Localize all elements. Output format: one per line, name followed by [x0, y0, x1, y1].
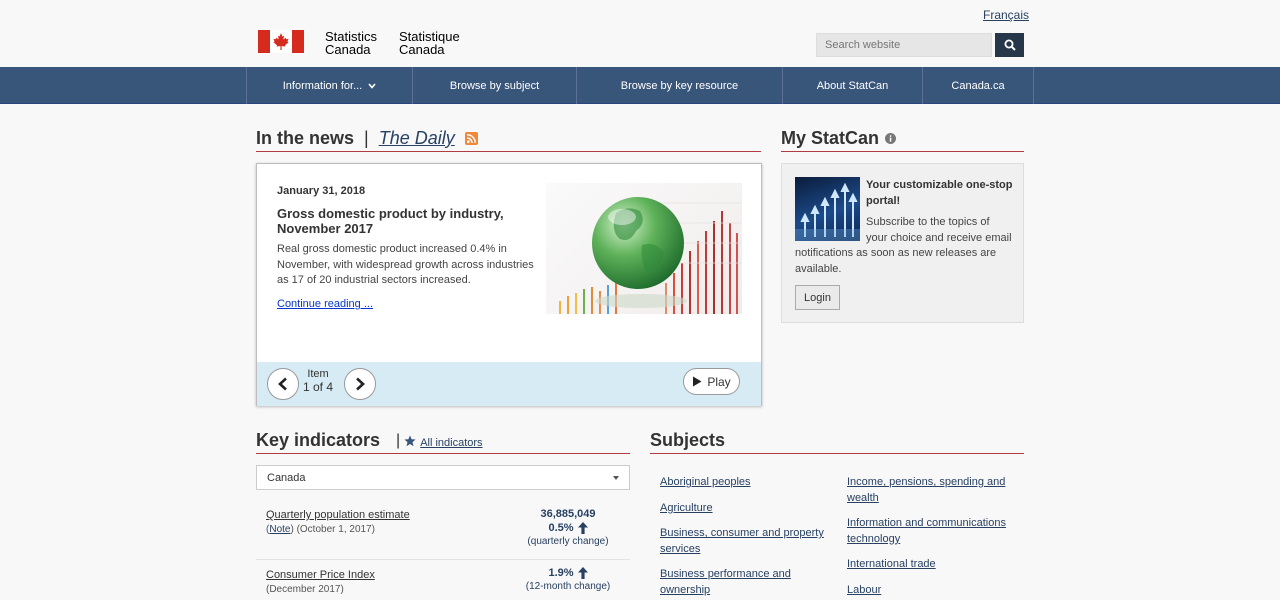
news-title: Gross domestic product by industry, Nove…: [277, 206, 504, 236]
mystatcan-heading: My StatCan: [781, 128, 897, 149]
nav-information-for-label: Information for...: [282, 79, 363, 92]
news-carousel: January 31, 2018 Gross domestic product …: [256, 163, 762, 406]
nav-about-statcan[interactable]: About StatCan: [782, 67, 922, 104]
news-heading: In the news | The Daily: [256, 128, 478, 149]
key-indicators-title: Key indicators: [256, 430, 381, 450]
mystatcan-heading-rule: [781, 151, 1024, 152]
arrow-up-icon: [577, 567, 588, 579]
mystatcan-body-rest: notifications as soon as new releases ar…: [795, 247, 997, 275]
all-indicators-link[interactable]: All indicators: [420, 437, 482, 449]
subject-international-trade[interactable]: International trade: [847, 557, 1017, 573]
nav-about-statcan-label: About StatCan: [816, 79, 889, 92]
indicator-row-cpi: Consumer Price Index (December 2017): [266, 567, 375, 595]
canada-flag-icon: [258, 30, 304, 53]
wordmark-english: Statistics Canada: [325, 30, 377, 56]
cpi-change: 1.9%: [518, 567, 618, 579]
arrow-up-icon: [577, 522, 588, 534]
population-meta: (Note) (October 1, 2017): [266, 524, 375, 535]
wordmark-fr-line2: Canada: [399, 42, 445, 57]
population-period: (October 1, 2017): [296, 524, 375, 535]
search-icon: [1004, 39, 1016, 51]
mystatcan-body-line1: Subscribe to the topics of: [866, 216, 990, 228]
subject-agriculture[interactable]: Agriculture: [660, 501, 830, 517]
subject-aboriginal-peoples[interactable]: Aboriginal peoples: [660, 475, 830, 491]
nav-browse-by-subject[interactable]: Browse by subject: [412, 67, 576, 104]
news-heading-separator: |: [364, 128, 369, 148]
news-heading-rule: [256, 151, 761, 152]
chevron-right-icon: [356, 377, 365, 391]
nav-browse-by-key-resource[interactable]: Browse by key resource: [576, 67, 782, 104]
mystatcan-description: Subscribe to the topics of your choice a…: [795, 215, 1020, 277]
indicator-values-population: 36,885,049 0.5% (quarterly change): [518, 508, 618, 547]
indicator-values-cpi: 1.9% (12-month change): [518, 567, 618, 592]
key-indicators-rule: [256, 453, 630, 454]
item-indicator: Item 1 of 4: [303, 368, 333, 394]
chevron-left-icon: [278, 377, 287, 391]
population-change-value: 0.5%: [548, 522, 574, 534]
population-change: 0.5%: [518, 522, 618, 534]
item-count: 1 of 4: [303, 380, 334, 394]
subject-labour[interactable]: Labour: [847, 583, 1017, 599]
population-change-note: (quarterly change): [527, 536, 609, 547]
subject-information-communications[interactable]: Information and communications technolog…: [847, 516, 1017, 547]
key-indicators-heading: Key indicators | All indicators: [256, 430, 483, 451]
play-label: Play: [707, 374, 731, 389]
play-icon: [693, 376, 702, 387]
globe-chart-image: [546, 183, 742, 314]
mystatcan-body-line2: your choice and receive email: [866, 231, 1012, 244]
carousel-controls: Item 1 of 4 Play: [257, 362, 761, 406]
subject-income-pensions[interactable]: Income, pensions, spending and wealth: [847, 475, 1017, 506]
continue-reading-link[interactable]: Continue reading ...: [277, 298, 373, 310]
subjects-heading-rule: [650, 453, 1024, 454]
play-button[interactable]: Play: [683, 368, 740, 395]
nav-browse-by-key-resource-label: Browse by key resource: [620, 79, 739, 92]
search-input[interactable]: [816, 33, 992, 57]
wordmark-french: Statistique Canada: [399, 30, 460, 56]
mystatcan-title: Your customizable one-stop portal!: [866, 179, 1013, 207]
cpi-change-value: 1.9%: [548, 567, 574, 579]
nav-canada-ca[interactable]: Canada.ca: [922, 67, 1034, 104]
news-heading-title: In the news: [256, 128, 355, 148]
rss-icon[interactable]: [464, 132, 478, 145]
star-icon: [404, 435, 416, 446]
subject-business-performance[interactable]: Business performance and ownership: [660, 567, 810, 598]
cpi-period: (December 2017): [266, 584, 344, 595]
nav-browse-by-subject-label: Browse by subject: [449, 79, 540, 92]
info-icon[interactable]: [885, 133, 897, 144]
next-item-button[interactable]: [344, 368, 376, 400]
wordmark-en-line2: Canada: [325, 42, 371, 57]
subject-business-consumer-property[interactable]: Business, consumer and property services: [660, 526, 830, 557]
main-navigation: Information for... Browse by subject Bro…: [0, 67, 1280, 104]
subjects-heading: Subjects: [650, 430, 726, 450]
region-select[interactable]: Canada: [256, 465, 630, 490]
nav-canada-ca-label: Canada.ca: [951, 79, 1005, 92]
population-value: 36,885,049: [540, 508, 596, 520]
mystatcan-heading-title: My StatCan: [781, 128, 880, 148]
login-button[interactable]: Login: [795, 285, 840, 310]
chevron-down-icon: [368, 82, 376, 89]
population-estimate-link[interactable]: Quarterly population estimate: [266, 509, 410, 521]
search-button[interactable]: [995, 33, 1024, 57]
the-daily-link[interactable]: The Daily: [379, 128, 455, 149]
indicator-row-population: Quarterly population estimate (Note) (Oc…: [266, 507, 410, 535]
key-indicators-separator: |: [396, 431, 401, 449]
dropdown-arrow-icon: [613, 475, 619, 480]
cpi-link[interactable]: Consumer Price Index: [266, 569, 375, 581]
previous-item-button[interactable]: [267, 368, 299, 400]
population-note-link[interactable]: Note: [269, 524, 290, 535]
region-select-value: Canada: [267, 471, 306, 484]
mystatcan-panel: Your customizable one-stop portal! Subsc…: [781, 163, 1024, 323]
nav-information-for[interactable]: Information for...: [246, 67, 412, 104]
news-date: January 31, 2018: [277, 185, 366, 197]
language-toggle-link[interactable]: Français: [983, 8, 1029, 22]
news-body: Real gross domestic product increased 0.…: [277, 243, 534, 286]
indicator-divider: [256, 559, 630, 560]
cpi-change-note: (12-month change): [525, 581, 611, 592]
